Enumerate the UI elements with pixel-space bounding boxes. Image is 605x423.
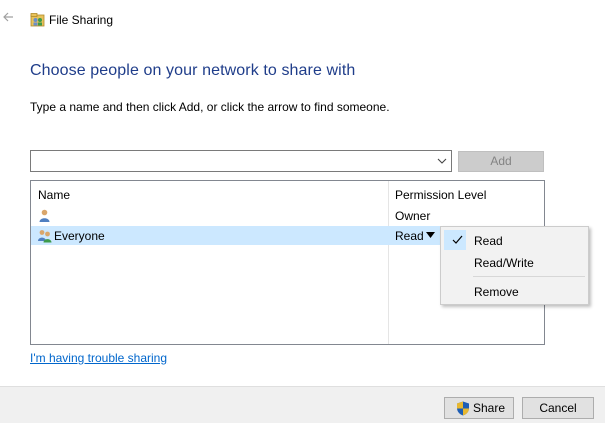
dropdown-arrow-icon[interactable] (426, 232, 435, 238)
page-heading: Choose people on your network to share w… (30, 62, 356, 79)
check-highlight (444, 230, 466, 250)
chevron-down-icon[interactable] (436, 155, 448, 167)
window-title: File Sharing (49, 13, 114, 27)
menu-item-label: Read/Write (474, 256, 534, 270)
back-arrow-icon[interactable] (2, 11, 14, 23)
permission-menu: Read Read/Write Remove (440, 226, 589, 305)
menu-item-label: Remove (474, 285, 519, 299)
trouble-sharing-link[interactable]: I'm having trouble sharing (30, 351, 167, 365)
file-sharing-icon (30, 13, 45, 27)
column-header-permission[interactable]: Permission Level (395, 188, 486, 202)
table-header: Name Permission Level (31, 181, 544, 207)
share-button-label: Share (473, 401, 506, 415)
cancel-button[interactable]: Cancel (522, 397, 594, 419)
menu-item-label: Read (474, 234, 503, 248)
uac-shield-icon (457, 401, 469, 416)
menu-item-read[interactable]: Read (441, 229, 588, 251)
share-button[interactable]: Share (444, 397, 514, 419)
menu-separator (473, 276, 585, 277)
row-name: Everyone (54, 229, 105, 243)
dialog-footer: Share Cancel (0, 386, 605, 423)
menu-item-remove[interactable]: Remove (441, 280, 588, 302)
name-combobox[interactable] (30, 150, 452, 172)
table-row[interactable]: Owner (31, 206, 544, 225)
instruction-text: Type a name and then click Add, or click… (30, 100, 390, 114)
name-input[interactable] (31, 151, 426, 171)
user-icon (39, 209, 50, 222)
menu-item-read-write[interactable]: Read/Write (441, 251, 588, 273)
users-group-icon (38, 230, 52, 243)
checkmark-icon (452, 235, 463, 244)
row-permission[interactable]: Read (395, 229, 424, 243)
add-button[interactable]: Add (458, 151, 544, 172)
row-permission: Owner (395, 209, 431, 223)
column-header-name[interactable]: Name (38, 188, 70, 202)
